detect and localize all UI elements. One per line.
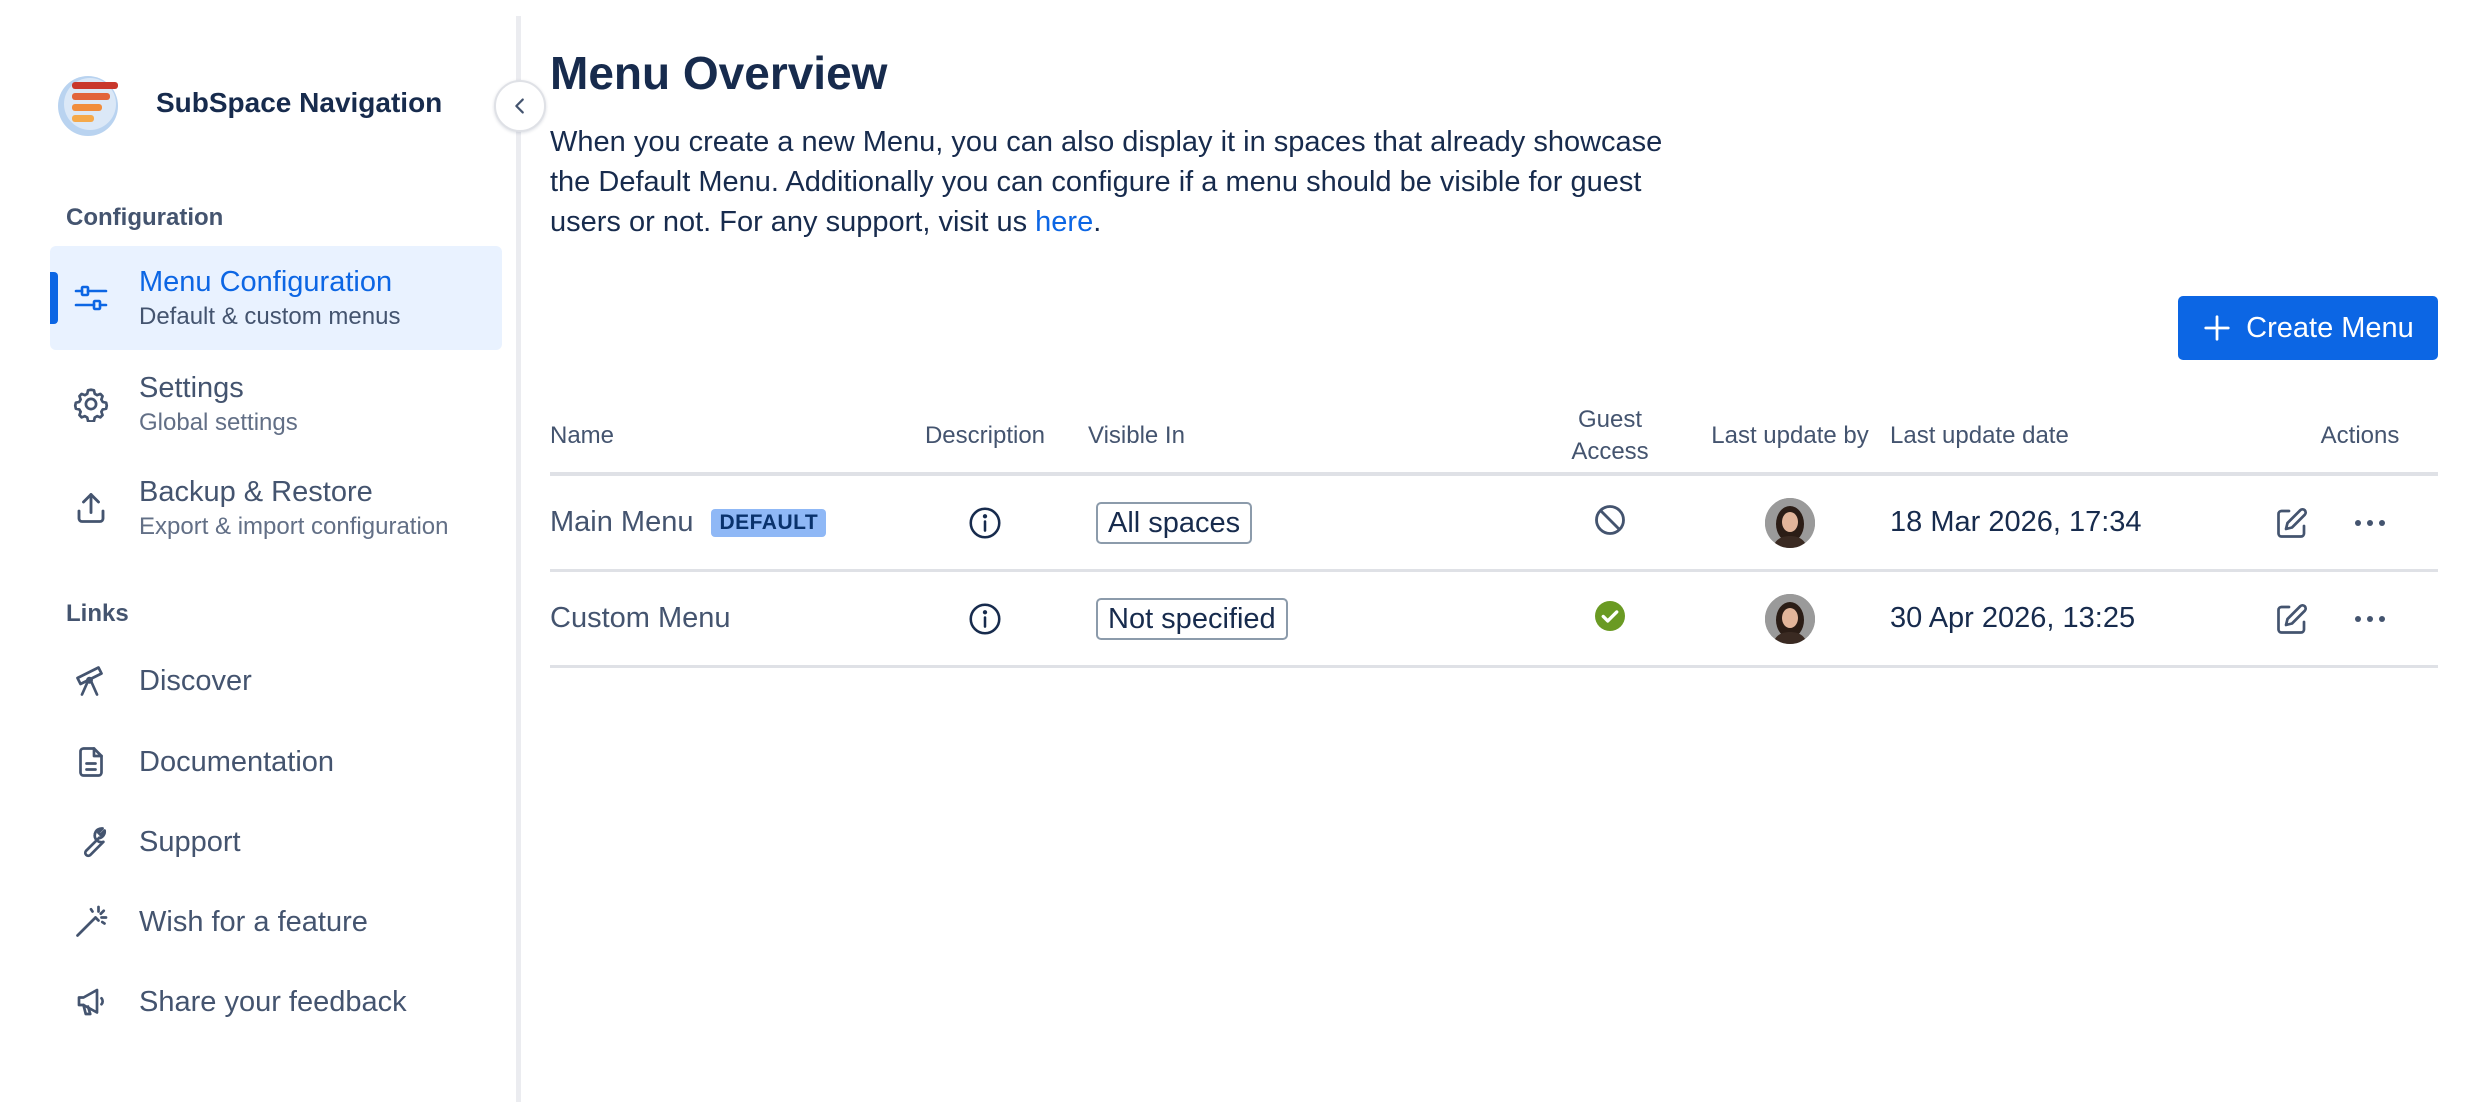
sidebar-item-title: Documentation	[139, 746, 335, 778]
table-row: Custom Menu Not specified 30 Apr 2026, 1…	[550, 572, 2438, 668]
sidebar-item-title: Backup & Restore	[139, 476, 373, 508]
section-label-configuration: Configuration	[66, 204, 224, 231]
sidebar-item-support[interactable]: Support	[50, 807, 502, 877]
sidebar: SubSpace Navigation Configuration Menu C…	[0, 0, 516, 1102]
last-update-date: 18 Mar 2026, 17:34	[1890, 506, 2142, 538]
megaphone-icon	[72, 983, 110, 1021]
sidebar-item-title: Settings	[139, 372, 244, 404]
column-header-visible-in: Visible In	[1088, 422, 1185, 449]
telescope-icon	[72, 662, 110, 700]
table-row: Main Menu DEFAULT All spaces 18 Mar 2026…	[550, 476, 2438, 572]
sidebar-divider[interactable]	[516, 16, 521, 1102]
edit-icon[interactable]	[2274, 601, 2310, 637]
plus-icon	[2202, 313, 2232, 343]
sidebar-item-title: Share your feedback	[139, 986, 407, 1018]
visible-in-tag: All spaces	[1096, 501, 1253, 544]
collapse-sidebar-button[interactable]	[494, 80, 546, 132]
default-badge: DEFAULT	[711, 508, 827, 537]
sidebar-item-backup-restore[interactable]: Backup & Restore Export & import configu…	[50, 456, 502, 560]
sidebar-item-subtitle: Global settings	[139, 409, 298, 436]
section-label-links: Links	[66, 600, 129, 627]
menu-name: Main Menu	[550, 506, 694, 538]
page-title: Menu Overview	[550, 47, 888, 99]
sidebar-item-feedback[interactable]: Share your feedback	[50, 967, 502, 1037]
column-header-actions: Actions	[2320, 422, 2400, 449]
last-update-date: 30 Apr 2026, 13:25	[1890, 602, 2136, 634]
sidebar-item-title: Wish for a feature	[139, 906, 368, 938]
brand: SubSpace Navigation	[56, 68, 442, 138]
magic-wand-icon	[72, 903, 110, 941]
sidebar-item-menu-configuration[interactable]: Menu Configuration Default & custom menu…	[50, 246, 502, 350]
visible-in-tag: Not specified	[1096, 597, 1288, 640]
guest-access-disabled-icon	[1592, 502, 1628, 543]
column-header-last-update-by: Last update by	[1711, 422, 1869, 449]
document-icon	[72, 743, 110, 781]
avatar[interactable]	[1765, 593, 1815, 644]
sidebar-item-subtitle: Export & import configuration	[139, 513, 449, 540]
avatar[interactable]	[1765, 497, 1815, 548]
create-menu-button[interactable]: Create Menu	[2178, 296, 2438, 360]
more-options-icon[interactable]	[2350, 505, 2390, 541]
main-content: Menu Overview When you create a new Menu…	[550, 0, 2488, 1102]
subspace-logo-icon	[58, 76, 118, 136]
upload-icon	[72, 489, 110, 527]
wrench-icon	[72, 823, 110, 861]
description-text: When you create a new Menu, you can also…	[550, 126, 1663, 238]
sliders-icon	[72, 279, 110, 317]
create-menu-label: Create Menu	[2246, 311, 2414, 344]
edit-icon[interactable]	[2274, 505, 2310, 541]
description-end: .	[1093, 206, 1102, 238]
sidebar-item-title: Support	[139, 826, 241, 858]
info-icon[interactable]	[967, 505, 1003, 541]
more-options-icon[interactable]	[2350, 601, 2390, 637]
menu-name: Custom Menu	[550, 602, 731, 634]
table-header: Name Description Visible In Guest Access…	[550, 396, 2438, 476]
sidebar-item-documentation[interactable]: Documentation	[50, 727, 502, 797]
column-header-guest-access: Guest Access	[1571, 406, 1649, 465]
menu-table: Name Description Visible In Guest Access…	[550, 396, 2438, 668]
guest-access-enabled-icon	[1592, 598, 1628, 639]
column-header-last-update-date[interactable]: Last update date	[1890, 396, 2069, 476]
sidebar-item-subtitle: Default & custom menus	[139, 303, 401, 330]
app-root: SubSpace Navigation Configuration Menu C…	[0, 0, 2488, 1102]
sidebar-item-title: Menu Configuration	[139, 266, 393, 298]
sidebar-item-discover[interactable]: Discover	[50, 646, 502, 716]
page-description: When you create a new Menu, you can also…	[550, 122, 1680, 242]
gear-icon	[72, 385, 110, 423]
support-link[interactable]: here	[1035, 206, 1093, 238]
chevron-left-icon	[515, 98, 524, 114]
column-header-name[interactable]: Name	[550, 396, 614, 476]
info-icon[interactable]	[967, 601, 1003, 637]
sidebar-item-settings[interactable]: Settings Global settings	[50, 352, 502, 456]
brand-name: SubSpace Navigation	[156, 87, 443, 118]
sidebar-item-title: Discover	[139, 665, 252, 697]
column-header-description: Description	[924, 422, 1046, 449]
sidebar-item-wish-feature[interactable]: Wish for a feature	[50, 887, 502, 957]
